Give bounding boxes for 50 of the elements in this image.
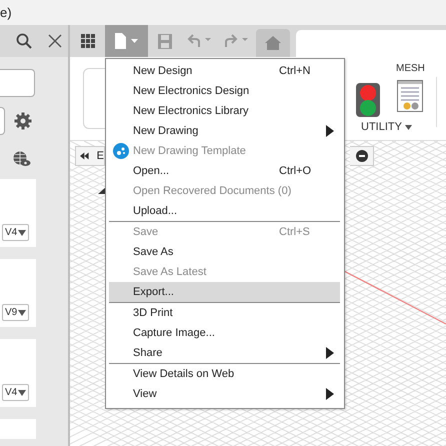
menu-item[interactable]: Export... <box>109 282 340 302</box>
menu-item[interactable]: View Details on Web <box>109 364 340 384</box>
version-dropdown[interactable]: V4 <box>2 384 30 401</box>
window-title: e) <box>0 5 12 20</box>
submenu-arrow-icon <box>326 388 334 400</box>
close-icon[interactable] <box>48 34 62 48</box>
version-dropdown[interactable]: V9 <box>2 304 30 321</box>
menu-item[interactable]: New Drawing <box>109 121 340 141</box>
menu-item[interactable]: Save As <box>109 242 340 262</box>
menu-item[interactable]: Share <box>109 343 340 363</box>
search-field[interactable] <box>0 69 35 97</box>
menu-item[interactable]: Capture Image... <box>109 323 340 343</box>
search-icon[interactable] <box>16 33 32 49</box>
globe-icon[interactable] <box>13 151 31 167</box>
file-menu-button[interactable] <box>105 25 148 57</box>
caret-icon <box>18 310 26 316</box>
menu-item[interactable]: New Electronics Design <box>109 81 340 101</box>
home-button[interactable] <box>256 29 290 57</box>
minus-icon <box>356 150 368 162</box>
caret-icon <box>18 390 26 396</box>
home-icon <box>265 36 281 50</box>
undo-icon[interactable] <box>187 34 213 48</box>
menu-item[interactable]: View <box>109 384 340 404</box>
table-icon[interactable] <box>397 80 424 112</box>
document-icon <box>114 33 140 49</box>
grid-icon[interactable] <box>81 34 95 48</box>
design-card[interactable]: V4 <box>0 179 36 247</box>
save-icon[interactable] <box>158 34 172 48</box>
caret-icon <box>404 124 412 130</box>
redo-icon[interactable] <box>224 34 250 48</box>
menu-item[interactable]: Upload... <box>109 201 340 221</box>
menu-item[interactable]: New Design Ctrl+N <box>109 61 340 81</box>
design-card[interactable]: V4 <box>0 339 36 407</box>
rewind-icon[interactable] <box>80 152 89 160</box>
menu-item[interactable]: New Electronics Library <box>109 101 340 121</box>
caret-icon <box>18 230 26 236</box>
nav-label: E <box>96 150 104 162</box>
settings-icon[interactable] <box>14 112 32 130</box>
zoom-out-button[interactable] <box>350 146 374 166</box>
ribbon-tab-label[interactable]: MESH <box>396 63 425 74</box>
traffic-light-icon[interactable] <box>356 83 380 117</box>
menu-item[interactable]: 3D Print <box>109 303 340 323</box>
version-dropdown[interactable]: V4 <box>2 224 30 241</box>
submenu-arrow-icon <box>326 347 334 359</box>
design-card[interactable]: V9 <box>0 259 36 327</box>
template-icon <box>113 143 129 159</box>
input-field[interactable] <box>0 107 5 135</box>
group-label[interactable]: UTILITY <box>361 121 412 133</box>
submenu-arrow-icon <box>326 125 334 137</box>
menu-item[interactable]: Open... Ctrl+O <box>109 161 340 181</box>
